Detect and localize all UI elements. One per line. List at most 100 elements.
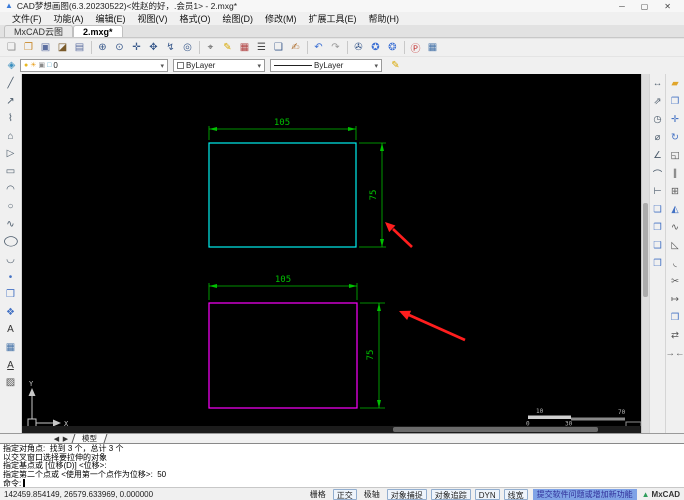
text-list-icon[interactable]: ☰ xyxy=(254,40,269,55)
new-file-icon[interactable]: ❏ xyxy=(4,40,19,55)
pointer-arrow-top[interactable] xyxy=(385,222,413,248)
draworder-below-icon[interactable]: ❒ xyxy=(651,257,665,270)
dim-continue-icon[interactable]: ⊢ xyxy=(651,185,665,198)
join-icon[interactable]: ⇄ xyxy=(668,329,682,342)
dim-label-top-height[interactable]: 75 xyxy=(369,190,379,201)
toggle-otrack[interactable]: 对象追踪 xyxy=(430,488,471,500)
draw-arc-icon[interactable]: ◠ xyxy=(4,183,18,196)
menu-format[interactable]: 格式(O) xyxy=(174,12,217,25)
toggle-lineweight[interactable]: 线宽 xyxy=(503,488,528,500)
command-prompt[interactable]: 命令: xyxy=(3,479,681,487)
draw-line-icon[interactable]: ╱ xyxy=(4,77,18,90)
save-as-icon[interactable]: ▤ xyxy=(72,40,87,55)
draw-point-icon[interactable]: • xyxy=(4,271,18,284)
redo-icon[interactable]: ↷ xyxy=(328,40,343,55)
menu-help[interactable]: 帮助(H) xyxy=(363,12,406,25)
horizontal-scrollbar-thumb[interactable] xyxy=(393,427,598,432)
dim-diameter-icon[interactable]: ⌀ xyxy=(651,131,665,144)
draw-ellipse-arc-icon[interactable]: ◡ xyxy=(4,253,18,266)
draw-ellipse-icon[interactable]: ◯ xyxy=(1,235,20,248)
layer-manager-icon[interactable]: ◈ xyxy=(4,58,19,73)
match-properties-icon[interactable]: ✎ xyxy=(388,58,403,73)
move-icon[interactable]: ✛ xyxy=(668,113,682,126)
drawing-canvas[interactable]: 105 75 105 75 Y X 10 70 0 30 xyxy=(22,74,641,426)
image-export-icon[interactable]: ▦ xyxy=(425,40,440,55)
tab-mxcad-cloud[interactable]: MxCAD云图 xyxy=(4,25,73,37)
menu-view[interactable]: 视图(V) xyxy=(132,12,174,25)
array-icon[interactable]: ⊞ xyxy=(668,185,682,198)
measure-distance-icon[interactable]: ↯ xyxy=(163,40,178,55)
select-window-icon[interactable]: ⌖ xyxy=(199,40,218,55)
zoom-in-icon[interactable]: ⊕ xyxy=(91,40,110,55)
break-icon[interactable]: →← xyxy=(666,347,684,360)
dim-aligned-icon[interactable]: ⇗ xyxy=(651,95,665,108)
draw-hatch-icon[interactable]: ▨ xyxy=(4,376,18,389)
insert-block-icon[interactable]: ❖ xyxy=(4,306,18,319)
color-dropdown[interactable]: ByLayer ▾ xyxy=(173,59,265,72)
layer-dropdown[interactable]: ● ☀ ▣ □ 0 ▾ xyxy=(20,59,168,72)
rectangle-bottom[interactable] xyxy=(208,302,358,409)
layout-prev-button[interactable]: ◀ xyxy=(52,435,61,443)
feedback-link[interactable]: 提交软件问题或增加新功能 xyxy=(532,488,637,500)
web-share-icon[interactable]: ❂ xyxy=(385,40,400,55)
linetype-dropdown[interactable]: ByLayer ▾ xyxy=(270,59,382,72)
layout-next-button[interactable]: ▶ xyxy=(61,435,70,443)
box-3d-icon[interactable]: ❒ xyxy=(668,311,682,324)
draw-wipeout-icon[interactable]: ▷ xyxy=(4,147,18,160)
draw-rectangle-icon[interactable]: ▭ xyxy=(4,165,18,178)
color-palette-icon[interactable]: ▦ xyxy=(237,40,252,55)
save-icon[interactable]: ▣ xyxy=(38,40,53,55)
zoom-window-icon[interactable]: ⊙ xyxy=(112,40,127,55)
minimize-button[interactable]: ─ xyxy=(619,2,625,11)
close-button[interactable]: ✕ xyxy=(664,2,671,11)
draw-spline-icon[interactable]: ∿ xyxy=(4,218,18,231)
menu-file[interactable]: 文件(F) xyxy=(6,12,48,25)
toggle-osnap[interactable]: 对象捕捉 xyxy=(386,488,427,500)
draw-polygon-icon[interactable]: ⌂ xyxy=(4,130,18,143)
dim-arc-icon[interactable]: ⌒ xyxy=(651,167,665,181)
draw-block-icon[interactable]: ❒ xyxy=(4,288,18,301)
tab-drawing-2mxg[interactable]: 2.mxg* xyxy=(73,25,123,37)
toggle-dyn[interactable]: DYN xyxy=(474,488,500,500)
web-publish-icon[interactable]: ✪ xyxy=(368,40,383,55)
rectangle-top[interactable] xyxy=(208,142,357,248)
extend-icon[interactable]: ↦ xyxy=(668,293,682,306)
menu-function[interactable]: 功能(A) xyxy=(48,12,90,25)
layer-properties-icon[interactable]: ❑ xyxy=(271,40,286,55)
draw-text-icon[interactable]: A xyxy=(4,323,18,336)
dim-top-width[interactable] xyxy=(208,126,357,140)
toggle-grid[interactable]: 栅格 xyxy=(307,489,329,500)
menu-edit[interactable]: 编辑(E) xyxy=(90,12,132,25)
dim-angular-icon[interactable]: ∠ xyxy=(651,149,665,162)
draworder-front-icon[interactable]: ❏ xyxy=(651,203,665,216)
horizontal-scrollbar[interactable] xyxy=(22,426,641,433)
draw-polyline-icon[interactable]: ⌇ xyxy=(4,112,18,125)
pdf-export-icon[interactable]: Ⓟ xyxy=(404,40,423,55)
dim-label-bottom-width[interactable]: 105 xyxy=(275,275,291,285)
open-file-icon[interactable]: ❐ xyxy=(21,40,36,55)
edit-page-icon[interactable]: ✍ xyxy=(288,40,303,55)
vertical-scrollbar[interactable] xyxy=(641,74,649,433)
draworder-back-icon[interactable]: ❐ xyxy=(651,221,665,234)
tab-model[interactable]: 模型 xyxy=(71,434,108,443)
dim-label-bottom-height[interactable]: 75 xyxy=(366,350,376,361)
zoom-extents-icon[interactable]: ✛ xyxy=(129,40,144,55)
menu-modify[interactable]: 修改(M) xyxy=(259,12,303,25)
open-folder-icon[interactable]: ◪ xyxy=(55,40,70,55)
draworder-above-icon[interactable]: ❑ xyxy=(651,239,665,252)
pointer-arrow-bottom[interactable] xyxy=(399,310,466,342)
mirror-icon[interactable]: ◭ xyxy=(668,203,682,216)
fillet-icon[interactable]: ◟ xyxy=(668,257,682,270)
pan-icon[interactable]: ✥ xyxy=(146,40,161,55)
spline-edit-icon[interactable]: ∿ xyxy=(668,221,682,234)
command-window[interactable]: 指定对角点: 找到 3 个，总计 3 个以交叉窗口选择要拉伸的对象 指定基点或 [… xyxy=(0,443,684,487)
menu-draw[interactable]: 绘图(D) xyxy=(217,12,260,25)
menu-ext-tools[interactable]: 扩展工具(E) xyxy=(303,12,363,25)
draw-circle-icon[interactable]: ○ xyxy=(4,200,18,213)
toggle-ortho[interactable]: 正交 xyxy=(332,488,357,500)
zoom-previous-icon[interactable]: ◎ xyxy=(180,40,195,55)
draw-xline-icon[interactable]: ↗ xyxy=(4,95,18,108)
offset-icon[interactable]: ∥ xyxy=(668,167,682,180)
vertical-scrollbar-thumb[interactable] xyxy=(643,203,648,297)
dim-radius-icon[interactable]: ◷ xyxy=(651,113,665,126)
